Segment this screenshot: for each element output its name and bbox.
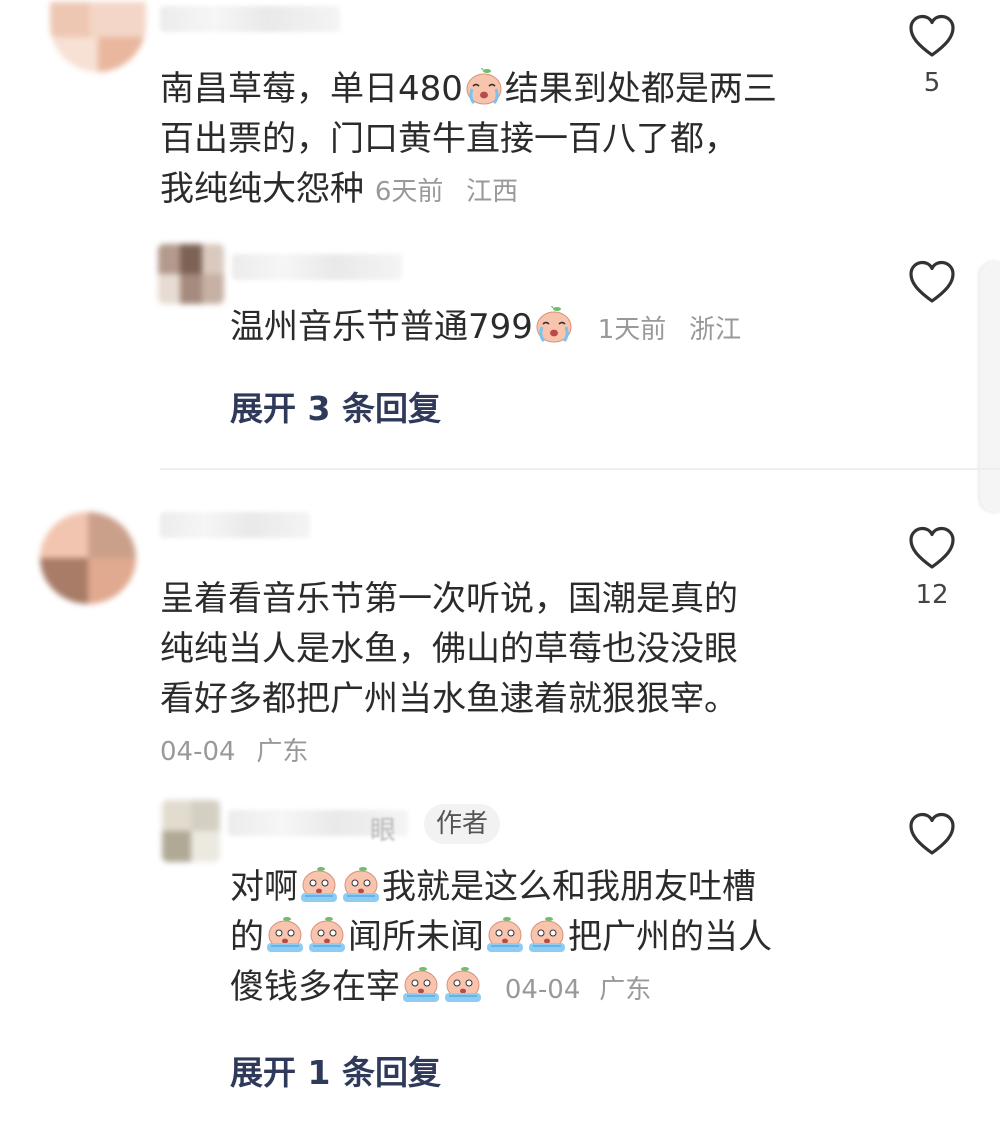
reply-username-blurred[interactable] — [232, 254, 402, 280]
reply-location: 浙江 — [689, 315, 742, 345]
comment-text: 南昌草莓，单日480 结果到处都是两三 百出票的，门口黄牛直接一百八了都， 我纯纯… — [160, 68, 777, 209]
reply-text: 温州音乐节普通799 1天前 浙江 — [230, 306, 742, 347]
crying-peach-emoji-icon — [299, 866, 339, 904]
comment-time: 6天前 — [374, 177, 444, 207]
comment-text: 呈着看音乐节第一次听说，国潮是真的 纯纯当人是水鱼，佛山的草莓也没没眼 看好多都… — [160, 579, 738, 767]
like-button[interactable]: 12 — [902, 526, 962, 610]
crying-face-icon — [534, 306, 574, 344]
reply-date: 04-04 — [504, 975, 581, 1005]
reply-text: 对啊 我就是这么和我朋友吐槽 的闻所未闻 把广州的当人 傻钱多在宰 04-04 广东 — [230, 866, 772, 1007]
crying-peach-emoji-icon — [307, 916, 347, 954]
comment-location: 江西 — [466, 177, 519, 207]
comment-location: 广东 — [256, 737, 309, 767]
scroll-indicator[interactable] — [980, 262, 1000, 512]
heart-outline-icon — [908, 260, 956, 304]
comment-divider — [160, 468, 1000, 470]
heart-outline-icon — [908, 526, 956, 570]
crying-peach-emoji-icon — [265, 916, 305, 954]
expand-replies-link[interactable]: 展开 1 条回复 — [230, 1046, 441, 1094]
like-button[interactable]: 5 — [902, 14, 962, 98]
avatar[interactable] — [50, 2, 146, 72]
avatar[interactable] — [40, 512, 136, 604]
reply-username-fragment: 眼 — [370, 816, 397, 846]
reply-location: 广东 — [599, 975, 652, 1005]
crying-peach-emoji-icon — [485, 916, 525, 954]
comment-date: 04-04 — [160, 737, 236, 767]
heart-outline-icon — [908, 812, 956, 856]
crying-face-icon — [464, 68, 504, 106]
username-blurred[interactable] — [160, 512, 310, 538]
author-tag: 作者 — [424, 804, 501, 844]
reply-avatar[interactable] — [158, 244, 224, 304]
reply-like-button[interactable] — [902, 260, 962, 308]
expand-replies-link[interactable]: 展开 3 条回复 — [230, 382, 441, 430]
like-count: 12 — [915, 580, 949, 610]
reply-avatar[interactable] — [162, 800, 220, 862]
crying-peach-emoji-icon — [527, 916, 567, 954]
heart-outline-icon — [908, 14, 956, 58]
reply-time: 1天前 — [597, 315, 667, 345]
reply-like-button[interactable] — [902, 812, 962, 860]
like-count: 5 — [923, 68, 941, 98]
crying-peach-emoji-icon — [341, 866, 381, 904]
crying-peach-emoji-icon — [401, 966, 441, 1004]
username-blurred[interactable] — [160, 6, 340, 32]
crying-peach-emoji-icon — [443, 966, 483, 1004]
